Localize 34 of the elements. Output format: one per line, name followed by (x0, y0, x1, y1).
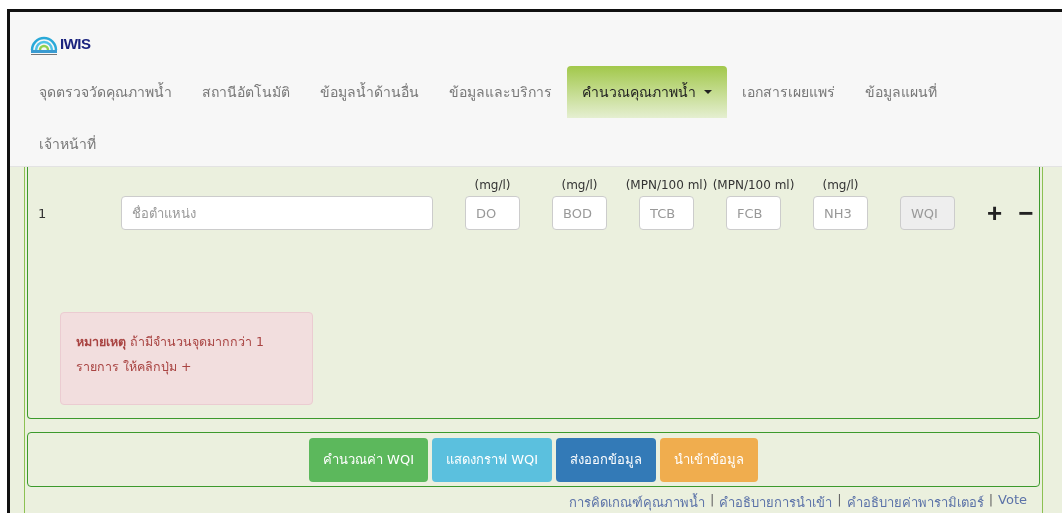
action-button[interactable]: คำนวณค่า WQI (308, 437, 428, 482)
unit-label: (MPN/100 ml) (712, 178, 795, 194)
nav-item[interactable]: ข้อมูลแผนที่ (850, 66, 952, 118)
caret-icon (704, 90, 712, 94)
separator: | (709, 492, 715, 509)
remove-button[interactable]: − (1018, 200, 1034, 226)
param-input[interactable]: DO (465, 196, 520, 230)
logo-text: IWIS (60, 34, 91, 52)
action-button[interactable]: ส่งออกข้อมูล (556, 437, 657, 482)
footer-link[interactable]: คำอธิบายการนำเข้า (719, 492, 833, 513)
footer-link[interactable]: การคิดเกณฑ์คุณภาพน้ำ (568, 492, 705, 513)
unit-label: (mg/l) (561, 178, 598, 194)
param-input[interactable]: FCB (726, 196, 781, 230)
add-button[interactable]: + (987, 200, 1003, 226)
nav-item[interactable]: ข้อมูลและบริการ (434, 66, 567, 118)
footer-link[interactable]: Vote (998, 492, 1027, 513)
separator: | (988, 492, 994, 509)
nav-item[interactable]: จุดตรวจวัดคุณภาพน้ำ (24, 66, 187, 118)
param-input[interactable]: NH3 (813, 196, 868, 230)
unit-label: (mg/l) (822, 178, 859, 194)
nav-item[interactable]: เอกสารเผยแพร่ (727, 66, 850, 118)
nav-item[interactable]: คำนวณคุณภาพน้ำ (567, 66, 727, 118)
separator: | (837, 492, 842, 509)
param-input[interactable]: BOD (552, 196, 607, 230)
note-alert: หมายเหตุ ถ้ามีจำนวนจุดมากกว่า 1 รายการ ให้คลิกปุ่ม + (60, 312, 313, 405)
nav-item[interactable]: ข้อมูลน้ำด้านอื่น (305, 66, 434, 118)
nav-item[interactable]: เจ้าหน้าที่ (24, 118, 111, 170)
row-number: 1 (38, 205, 48, 221)
param-input[interactable]: TCB (639, 196, 694, 230)
unit-label: (MPN/100 ml) (625, 178, 708, 194)
name-input[interactable]: ชื่อตำแหน่ง (121, 196, 433, 230)
footer-link[interactable]: คำอธิบายค่าพารามิเตอร์ (846, 492, 984, 513)
unit-label: (mg/l) (474, 178, 511, 194)
nav-item[interactable]: สถานีอัตโนมัติ (187, 66, 305, 118)
